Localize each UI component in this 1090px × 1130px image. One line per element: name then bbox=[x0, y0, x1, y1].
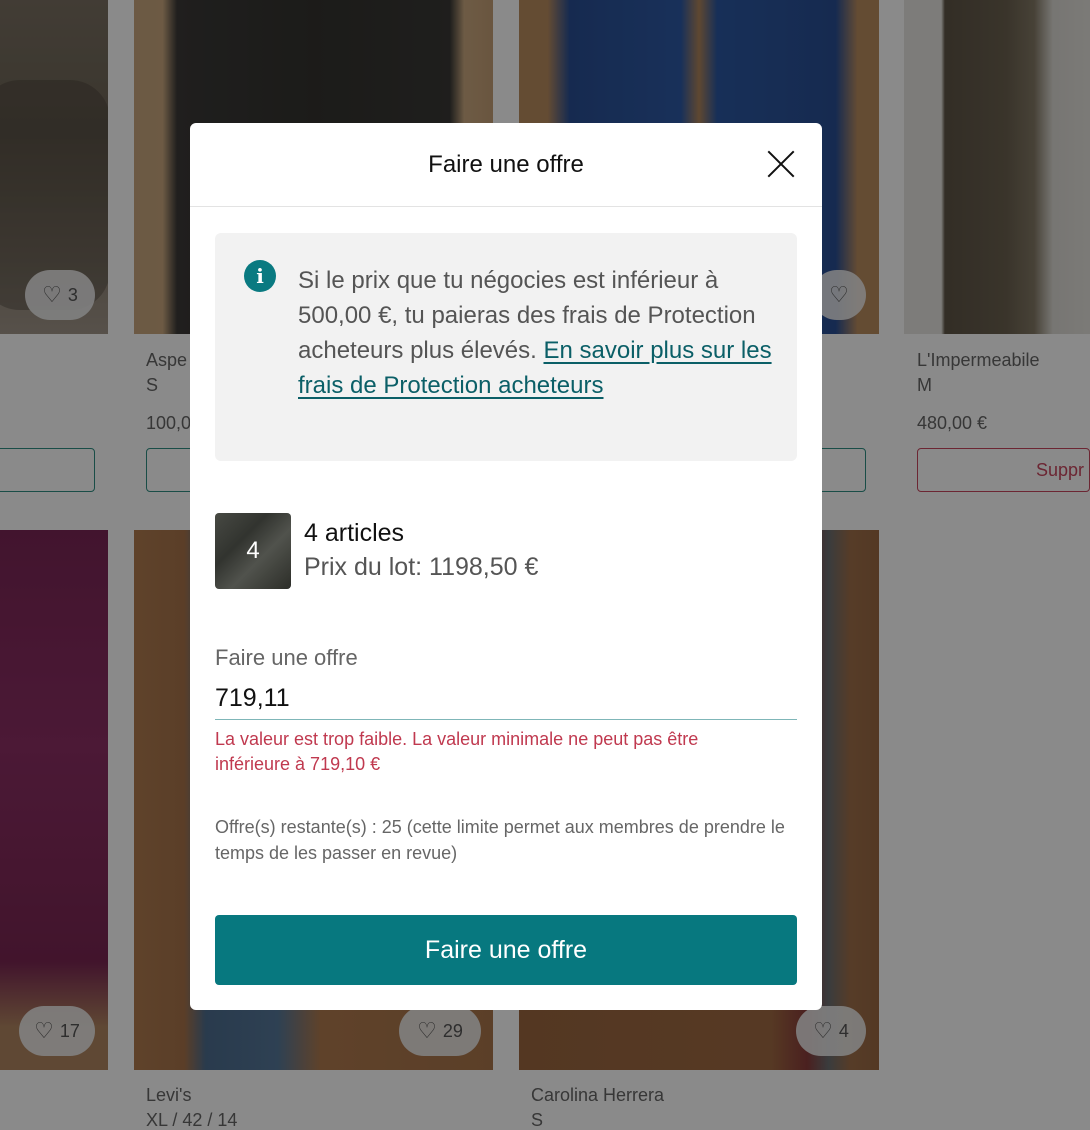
info-icon: i bbox=[244, 260, 276, 292]
info-banner: i Si le prix que tu négocies est inférie… bbox=[215, 233, 797, 461]
dialog-header: Faire une offre bbox=[190, 123, 822, 207]
bundle-info: 4 articles Prix du lot: 1198,50 € bbox=[304, 517, 538, 589]
close-icon[interactable] bbox=[766, 149, 796, 179]
dialog-title: Faire une offre bbox=[428, 150, 584, 178]
offer-input[interactable] bbox=[215, 677, 797, 720]
make-offer-dialog: Faire une offre i Si le prix que tu négo… bbox=[190, 123, 822, 1010]
bundle-title: 4 articles bbox=[304, 519, 405, 547]
bundle-price: Prix du lot: 1198,50 € bbox=[304, 553, 539, 581]
bundle-summary: 4 4 articles Prix du lot: 1198,50 € bbox=[215, 513, 538, 589]
remaining-offers: Offre(s) restante(s) : 25 (cette limite … bbox=[215, 817, 785, 863]
offer-label: Faire une offre bbox=[215, 645, 358, 670]
info-text: Si le prix que tu négocies est inférieur… bbox=[298, 263, 778, 403]
submit-offer-button[interactable]: Faire une offre bbox=[215, 915, 797, 985]
bundle-thumbnail: 4 bbox=[215, 513, 291, 589]
bundle-count: 4 bbox=[215, 513, 291, 589]
offer-error: La valeur est trop faible. La valeur min… bbox=[215, 729, 699, 774]
